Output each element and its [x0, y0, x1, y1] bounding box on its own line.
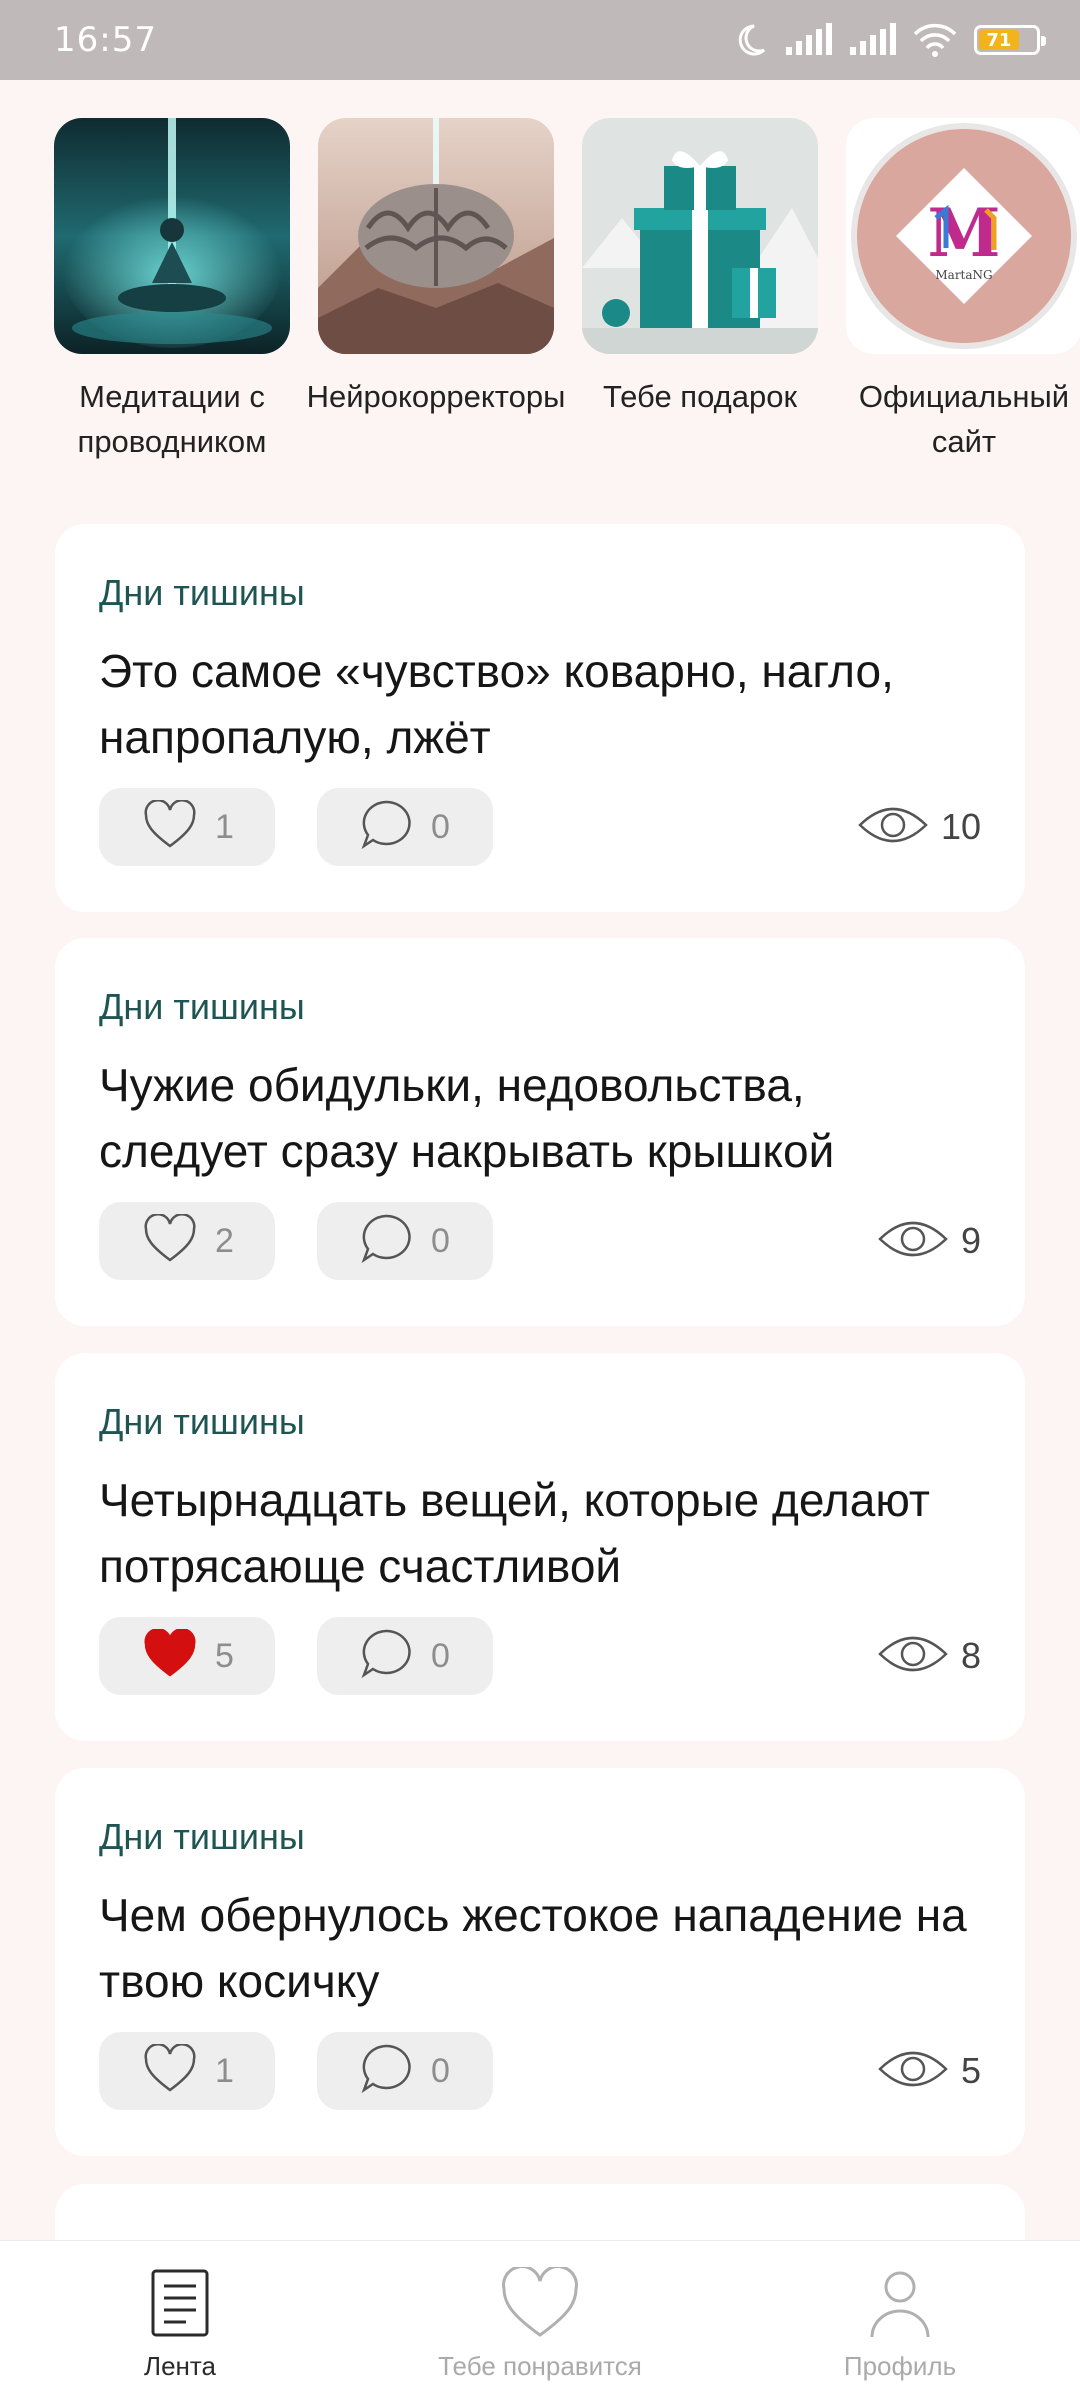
eye-icon: [877, 1217, 949, 1265]
views-count: 10: [940, 806, 981, 847]
story-meditations[interactable]: Медитации с проводником: [40, 118, 304, 464]
nav-label: Профиль: [843, 2351, 957, 2381]
bottom-nav: Лента Тебе понравится Профиль: [0, 2240, 1080, 2400]
battery-icon: 71: [974, 25, 1046, 55]
views-count: 8: [960, 1635, 981, 1676]
views-count: 5: [960, 2050, 981, 2091]
like-count: 5: [215, 1636, 234, 1675]
nav-label: Лента: [144, 2351, 216, 2381]
comment-button[interactable]: 0: [317, 1617, 493, 1695]
comment-button[interactable]: 0: [317, 2032, 493, 2110]
signal-icon: [784, 23, 832, 57]
signal-icon: [848, 23, 896, 57]
status-bar: 16:57 71: [0, 0, 1080, 80]
eye-icon: [877, 1632, 949, 1680]
like-count: 1: [215, 2051, 234, 2090]
story-label: Тебе подарок: [602, 379, 798, 414]
like-button[interactable]: 1: [99, 2032, 275, 2110]
brain-image: [318, 118, 554, 354]
story-official-site[interactable]: M MartaNG Официальный сайт: [832, 118, 1080, 464]
status-icons: 71: [732, 22, 1046, 58]
views-counter: 10: [857, 788, 981, 866]
status-time: 16:57: [54, 20, 157, 60]
martang-logo: M MartaNG: [846, 118, 1080, 354]
heart-icon: [143, 2042, 197, 2098]
comment-icon: [359, 1627, 413, 1685]
feed-card[interactable]: Дни тишины Чем обернулось жестокое напад…: [55, 1768, 1025, 2156]
comment-icon: [359, 2042, 413, 2100]
card-title[interactable]: Четырнадцать вещей, которые делают потря…: [99, 1467, 979, 1599]
feed-card[interactable]: Дни тишины Это самое «чувство» коварно, …: [55, 524, 1025, 912]
comment-count: 0: [431, 1636, 450, 1675]
story-label: Нейрокорректоры: [306, 379, 566, 414]
comment-icon: [359, 798, 413, 856]
feed-card[interactable]: Дни тишины Чужие обидульки, недовольства…: [55, 938, 1025, 1326]
wifi-icon: [912, 22, 958, 58]
eye-icon: [877, 2047, 949, 2095]
stories-row: Медитации с проводником Нейрокорректоры: [0, 118, 1080, 468]
feed-card[interactable]: Дни тишины Четырнадцать вещей, которые д…: [55, 1353, 1025, 1741]
card-tag[interactable]: Дни тишины: [99, 986, 305, 1028]
views-counter: 9: [877, 1202, 981, 1280]
card-title[interactable]: Это самое «чувство» коварно, нагло, напр…: [99, 638, 979, 770]
comment-count: 0: [431, 807, 450, 846]
battery-level: 71: [979, 30, 1019, 51]
svg-text:M: M: [927, 194, 1000, 272]
nav-you-will-like[interactable]: Тебе понравится: [360, 2241, 720, 2400]
card-tag[interactable]: Дни тишины: [99, 1401, 305, 1443]
story-gift[interactable]: Тебе подарок: [568, 118, 832, 419]
comment-count: 0: [431, 1221, 450, 1260]
story-label: Официальный сайт: [858, 379, 1070, 459]
profile-icon: [868, 2265, 932, 2341]
meditation-image: [54, 118, 290, 354]
comment-icon: [359, 1212, 413, 1270]
nav-feed[interactable]: Лента: [0, 2241, 360, 2400]
like-count: 2: [215, 1221, 234, 1260]
nav-profile[interactable]: Профиль: [720, 2241, 1080, 2400]
views-counter: 8: [877, 1617, 981, 1695]
heart-filled-icon: [143, 1627, 197, 1683]
like-button[interactable]: 2: [99, 1202, 275, 1280]
gift-image: [582, 118, 818, 354]
like-count: 1: [215, 807, 234, 846]
comment-count: 0: [431, 2051, 450, 2090]
story-neurocorrectors[interactable]: Нейрокорректоры: [304, 118, 568, 419]
comment-button[interactable]: 0: [317, 1202, 493, 1280]
views-count: 9: [960, 1220, 981, 1261]
eye-icon: [857, 803, 929, 851]
heart-icon: [500, 2265, 580, 2341]
heart-icon: [143, 798, 197, 854]
heart-icon: [143, 1212, 197, 1268]
nav-label: Тебе понравится: [438, 2351, 642, 2381]
comment-button[interactable]: 0: [317, 788, 493, 866]
like-button[interactable]: 1: [99, 788, 275, 866]
like-button[interactable]: 5: [99, 1617, 275, 1695]
logo-text: MartaNG: [935, 268, 993, 282]
card-tag[interactable]: Дни тишины: [99, 572, 305, 614]
feed-icon: [150, 2265, 210, 2341]
card-title[interactable]: Чужие обидульки, недовольства, следует с…: [99, 1052, 979, 1184]
story-label: Медитации с проводником: [77, 379, 267, 459]
card-title[interactable]: Чем обернулось жестокое нападение на тво…: [99, 1882, 979, 2014]
card-tag[interactable]: Дни тишины: [99, 1816, 305, 1858]
moon-icon: [732, 22, 768, 58]
views-counter: 5: [877, 2032, 981, 2110]
